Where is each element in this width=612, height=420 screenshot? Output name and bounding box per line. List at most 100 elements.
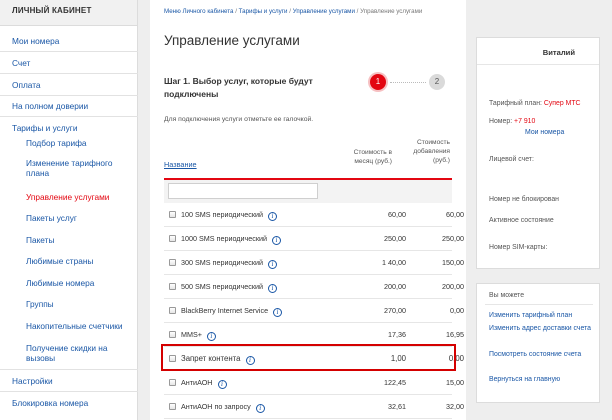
step-2-indicator: 2 — [429, 74, 445, 90]
sidebar-header: ЛИЧНЫЙ КАБИНЕТ — [0, 0, 137, 26]
sidebar-item-favorite-countries[interactable]: Любимые страны — [26, 256, 134, 266]
breadcrumb-link-services[interactable]: Управление услугами — [293, 8, 355, 15]
change-tariff-link[interactable]: Изменить тарифный план — [489, 311, 597, 321]
service-add-price: 60,00 — [446, 210, 464, 219]
breadcrumb-separator: / — [235, 8, 237, 15]
number-value: +7 910 — [514, 118, 536, 125]
service-checkbox[interactable] — [169, 211, 176, 218]
number-label: Номер: — [489, 118, 513, 125]
divider — [0, 95, 138, 96]
service-name-text: 500 SMS периодический — [181, 282, 264, 291]
service-price: 17,36 — [388, 330, 406, 339]
phone-number: Номер: +7 910 — [489, 118, 535, 125]
sidebar-item-call-discount[interactable]: Получение скидки на вызовы — [26, 343, 134, 363]
active-state: Активное состояние — [489, 217, 554, 224]
info-icon[interactable]: i — [273, 308, 283, 317]
service-name: 100 SMS периодический i — [181, 210, 278, 221]
sidebar-item-account[interactable]: Счет — [12, 58, 30, 68]
service-checkbox[interactable] — [169, 283, 176, 290]
table-row[interactable]: 300 SMS периодический i 1 40,00 150,00 — [164, 251, 464, 275]
divider — [485, 304, 593, 305]
service-checkbox[interactable] — [169, 403, 176, 410]
step-connector — [390, 82, 426, 83]
info-icon[interactable]: i — [268, 260, 278, 269]
info-icon[interactable]: i — [268, 212, 278, 221]
sim-label: Номер SIM-карты: — [489, 244, 548, 251]
info-icon[interactable]: i — [268, 284, 278, 293]
divider — [477, 64, 599, 65]
change-address-link[interactable]: Изменить адрес доставки счета — [489, 324, 597, 334]
filter-row — [164, 180, 452, 203]
sidebar-item-tariffs[interactable]: Тарифы и услуги — [12, 123, 77, 133]
service-checkbox[interactable] — [169, 235, 176, 242]
account-status-link[interactable]: Посмотреть состояние счета — [489, 350, 597, 360]
highlight-box — [161, 344, 456, 371]
sidebar-item-groups[interactable]: Группы — [26, 299, 134, 309]
service-add-price: 16,95 — [446, 330, 464, 339]
service-name: BlackBerry Internet Service i — [181, 306, 283, 317]
breadcrumb-link-menu[interactable]: Меню Личного кабинета — [164, 8, 233, 15]
table-row[interactable]: АнтиАОН по запросу i 32,61 32,00 — [164, 395, 464, 419]
divider — [0, 116, 138, 117]
table-row[interactable]: 100 SMS периодический i 60,00 60,00 — [164, 203, 464, 227]
account-label: Лицевой счет: — [489, 156, 534, 163]
breadcrumb-separator: / — [356, 8, 359, 15]
service-add-price: 15,00 — [446, 378, 464, 387]
column-header-price: Стоимость в месяц (руб.) — [353, 149, 392, 165]
my-numbers-link[interactable]: Мои номера — [525, 129, 564, 136]
service-name-text: BlackBerry Internet Service — [181, 306, 269, 315]
tariff-plan: Тарифный план: Супер МТС — [489, 100, 581, 107]
info-icon[interactable]: i — [206, 332, 216, 341]
column-header-add: Стоимость добавления (руб.) — [413, 139, 450, 164]
service-checkbox[interactable] — [169, 307, 176, 314]
sidebar-item-full-trust[interactable]: На полном доверии — [12, 101, 88, 111]
service-name-text: 100 SMS периодический — [181, 210, 264, 219]
service-add-price: 200,00 — [442, 282, 464, 291]
table-row[interactable]: 500 SMS периодический i 200,00 200,00 — [164, 275, 464, 299]
profile-name: Виталий — [542, 48, 575, 57]
sidebar-item-my-numbers[interactable]: Мои номера — [12, 36, 59, 46]
service-name-text: 1000 SMS периодический — [181, 234, 268, 243]
sidebar-item-block-number[interactable]: Блокировка номера — [12, 398, 88, 408]
info-icon[interactable]: i — [272, 236, 282, 245]
sidebar-item-settings[interactable]: Настройки — [12, 376, 53, 386]
sidebar-item-tariff-change[interactable]: Изменение тарифного плана — [26, 158, 134, 178]
service-name: 300 SMS периодический i — [181, 258, 278, 269]
sidebar-item-payment[interactable]: Оплата — [12, 80, 41, 90]
sidebar-item-service-packages[interactable]: Пакеты услуг — [26, 213, 134, 223]
tariff-value[interactable]: Супер МТС — [544, 100, 581, 107]
service-checkbox[interactable] — [169, 259, 176, 266]
service-name: АнтиАОН по запросу i — [181, 402, 265, 413]
actions-title: Вы можете — [489, 292, 525, 299]
column-header-name[interactable]: Название — [164, 160, 197, 169]
step-1-indicator: 1 — [370, 74, 386, 90]
service-price: 60,00 — [388, 210, 406, 219]
service-name: 500 SMS периодический i — [181, 282, 278, 293]
breadcrumb-separator: / — [289, 8, 291, 15]
home-link[interactable]: Вернуться на главную — [489, 375, 597, 385]
filter-input[interactable] — [168, 183, 318, 199]
service-add-price: 150,00 — [442, 258, 464, 267]
service-checkbox[interactable] — [169, 331, 176, 338]
step-title: Шаг 1. Выбор услуг, которые будут подклю… — [164, 76, 313, 99]
service-name-text: 300 SMS периодический — [181, 258, 264, 267]
sidebar-item-tariff-select[interactable]: Подбор тарифа — [26, 138, 134, 148]
service-name: 1000 SMS периодический i — [181, 234, 282, 245]
table-row[interactable]: АнтиАОН i 122,45 15,00 — [164, 371, 464, 395]
service-price: 200,00 — [384, 282, 406, 291]
service-price: 270,00 — [384, 306, 406, 315]
service-add-price: 250,00 — [442, 234, 464, 243]
info-icon[interactable]: i — [255, 404, 265, 413]
breadcrumb-link-tariffs[interactable]: Тарифы и услуги — [239, 8, 288, 15]
table-row[interactable]: 1000 SMS периодический i 250,00 250,00 — [164, 227, 464, 251]
info-icon[interactable]: i — [217, 380, 227, 389]
sidebar-item-packages[interactable]: Пакеты — [26, 235, 134, 245]
divider — [0, 391, 138, 392]
sidebar-item-counters[interactable]: Накопительные счетчики — [26, 321, 134, 331]
actions-panel: Вы можете Изменить тарифный план Изменит… — [476, 283, 600, 403]
sidebar-item-favorite-numbers[interactable]: Любимые номера — [26, 278, 134, 288]
sidebar-item-service-management[interactable]: Управление услугами — [26, 192, 134, 202]
service-add-price: 32,00 — [446, 402, 464, 411]
service-checkbox[interactable] — [169, 379, 176, 386]
table-row[interactable]: BlackBerry Internet Service i 270,00 0,00 — [164, 299, 464, 323]
